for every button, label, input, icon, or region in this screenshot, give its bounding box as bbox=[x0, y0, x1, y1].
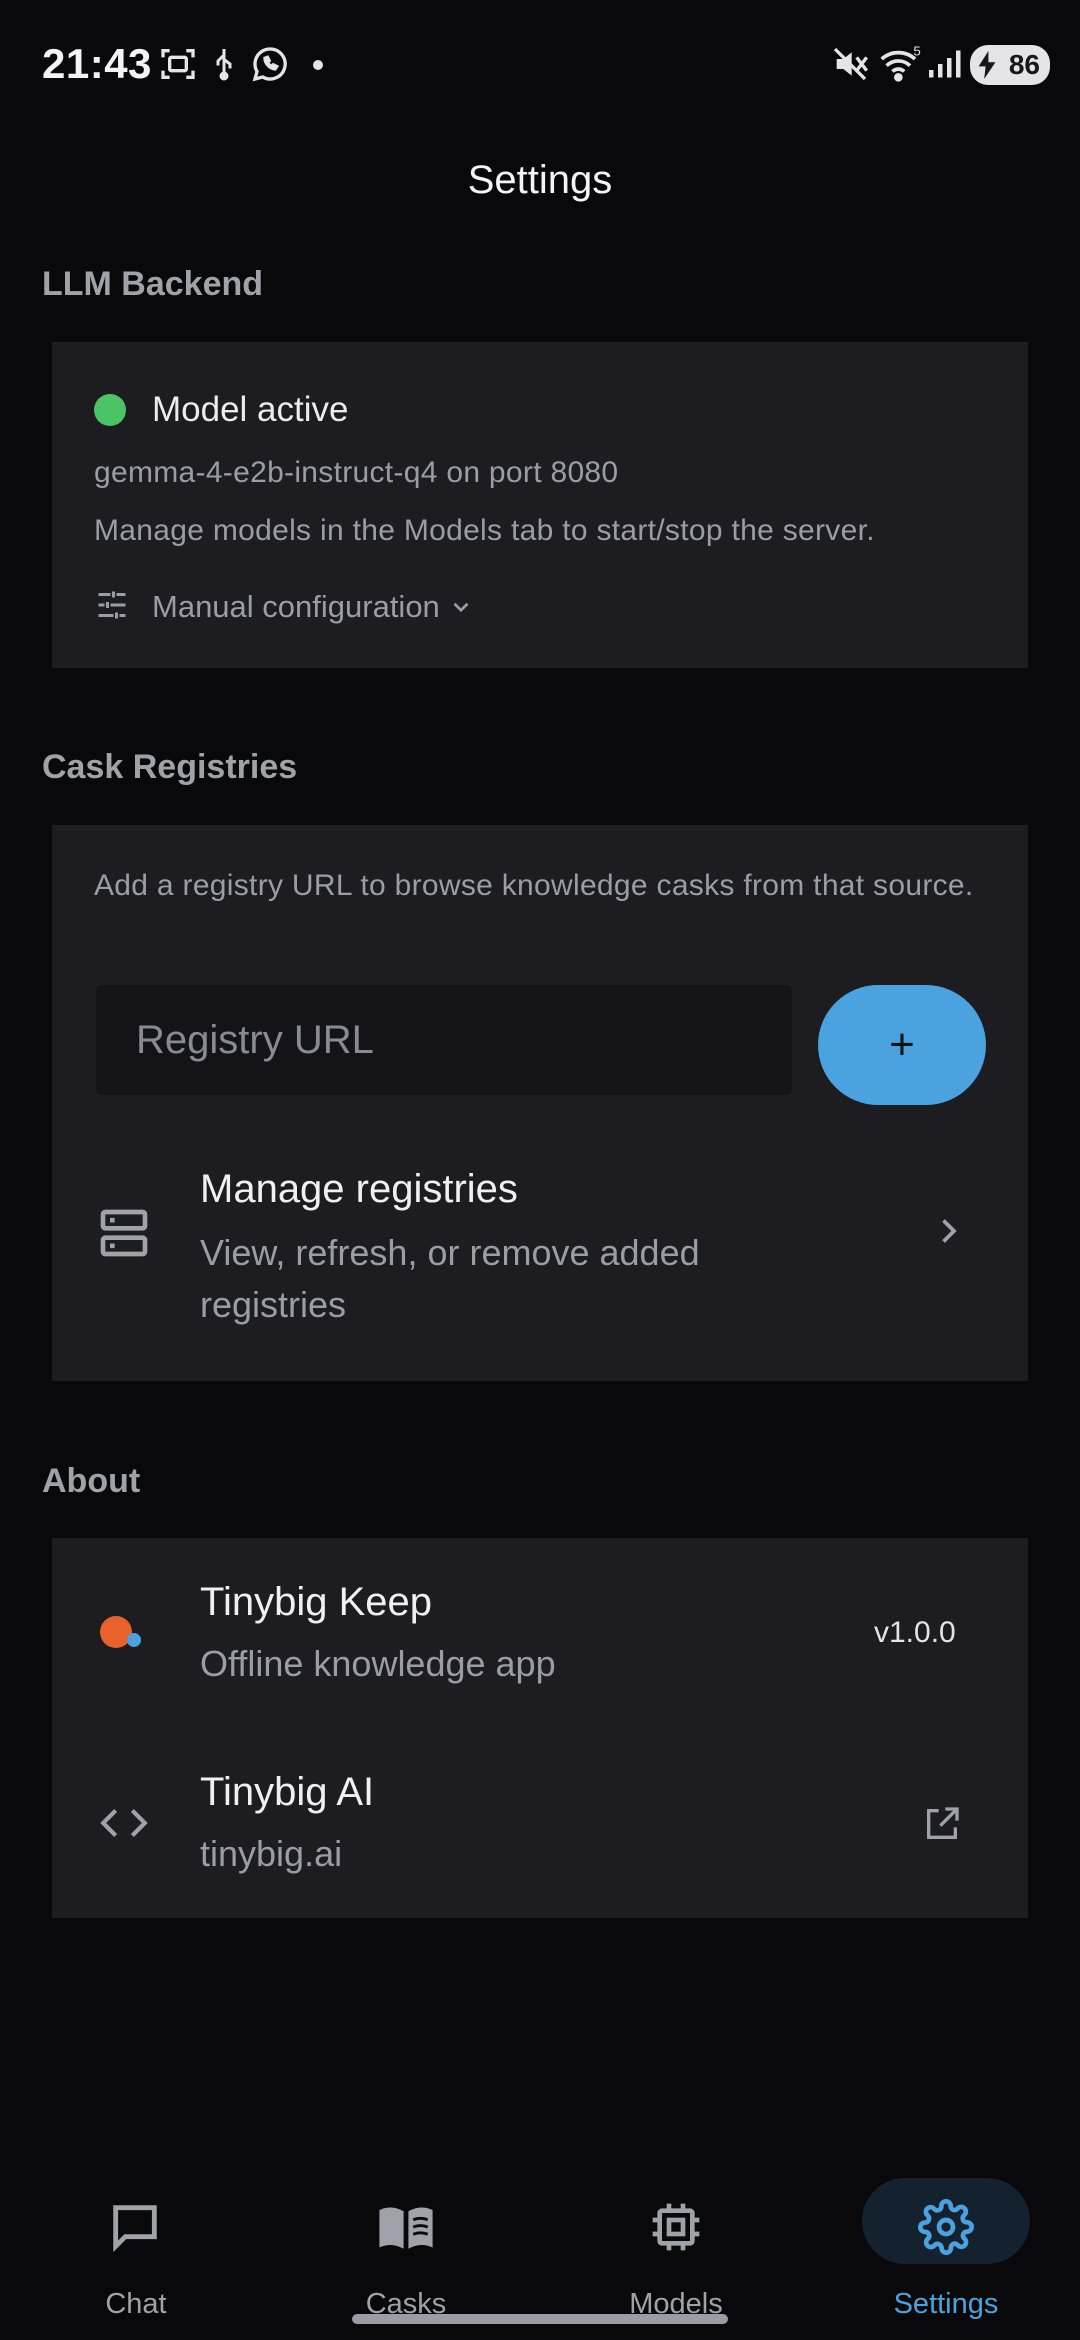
nav-label-chat: Chat bbox=[105, 2288, 167, 2320]
manage-registries-row[interactable]: Manage registries View, refresh, or remo… bbox=[52, 1145, 1028, 1345]
status-time: 21:43 bbox=[42, 40, 152, 87]
model-status: Model active bbox=[152, 390, 349, 429]
registry-url-input[interactable] bbox=[96, 985, 792, 1095]
add-registry-button[interactable]: + bbox=[818, 985, 986, 1105]
book-icon bbox=[376, 2198, 436, 2261]
storage-icon bbox=[96, 1203, 152, 1268]
signal-icon bbox=[926, 44, 962, 89]
model-hint: Manage models in the Models tab to start… bbox=[94, 514, 875, 547]
section-title-llm-backend: LLM Backend bbox=[42, 265, 264, 303]
company-name: Tinybig AI bbox=[200, 1770, 375, 1814]
home-indicator[interactable] bbox=[352, 2314, 728, 2324]
nav-chat[interactable]: Chat bbox=[26, 2158, 256, 2320]
app-version: v1.0.0 bbox=[874, 1616, 956, 1649]
nav-label-settings: Settings bbox=[893, 2288, 999, 2320]
section-title-about: About bbox=[42, 1462, 141, 1500]
chat-icon bbox=[106, 2198, 164, 2261]
gear-icon bbox=[918, 2198, 974, 2261]
bolt-icon bbox=[978, 51, 996, 86]
nav-casks[interactable]: Casks bbox=[296, 2158, 526, 2320]
whatsapp-icon bbox=[250, 44, 290, 89]
app-info-row: Tinybig Keep Offline knowledge app v1.0.… bbox=[52, 1538, 1028, 1728]
llm-backend-card: Model active gemma-4-e2b-instruct-q4 on … bbox=[52, 342, 1028, 668]
app-logo-icon bbox=[98, 1614, 154, 1659]
status-bar: 21:43 5 86 bbox=[0, 0, 1080, 130]
page-title: Settings bbox=[467, 158, 613, 202]
registry-description: Add a registry URL to browse knowledge c… bbox=[94, 869, 974, 902]
open-external-icon bbox=[922, 1804, 962, 1849]
nav-settings[interactable]: Settings bbox=[836, 2158, 1066, 2320]
tinybig-ai-link-row[interactable]: Tinybig AI tinybig.ai bbox=[52, 1728, 1028, 1918]
status-dot bbox=[94, 394, 126, 426]
wifi-icon: 5 bbox=[878, 44, 922, 89]
svg-text:5: 5 bbox=[913, 44, 920, 59]
app-name: Tinybig Keep bbox=[200, 1580, 432, 1624]
notification-dot bbox=[312, 58, 324, 76]
bottom-navigation: Chat Casks Models Settings bbox=[0, 2140, 1080, 2340]
code-icon bbox=[96, 1798, 152, 1853]
plus-icon: + bbox=[889, 1020, 915, 1069]
battery-charging-icon: 86 bbox=[970, 45, 1050, 85]
chevron-down-icon bbox=[448, 594, 474, 625]
battery-level: 86 bbox=[1008, 49, 1040, 80]
manual-configuration-label: Manual configuration bbox=[152, 589, 440, 624]
cask-registries-card: Add a registry URL to browse knowledge c… bbox=[52, 825, 1028, 1381]
mute-icon bbox=[830, 44, 870, 89]
usb-icon bbox=[206, 44, 242, 89]
about-card: Tinybig Keep Offline knowledge app v1.0.… bbox=[52, 1538, 1028, 1918]
section-title-cask-registries: Cask Registries bbox=[42, 748, 298, 786]
app-description: Offline knowledge app bbox=[200, 1643, 556, 1684]
model-info: gemma-4-e2b-instruct-q4 on port 8080 bbox=[94, 456, 619, 489]
manual-configuration-toggle[interactable]: Manual configuration bbox=[94, 582, 524, 632]
tune-icon bbox=[94, 587, 130, 628]
manage-registries-subtitle: View, refresh, or remove added registrie… bbox=[200, 1232, 700, 1325]
nav-models[interactable]: Models bbox=[566, 2158, 796, 2320]
chip-icon bbox=[648, 2198, 704, 2261]
company-url: tinybig.ai bbox=[200, 1833, 343, 1874]
screenshot-icon bbox=[158, 44, 198, 89]
manage-registries-title: Manage registries bbox=[200, 1167, 518, 1211]
chevron-right-icon bbox=[930, 1211, 966, 1256]
